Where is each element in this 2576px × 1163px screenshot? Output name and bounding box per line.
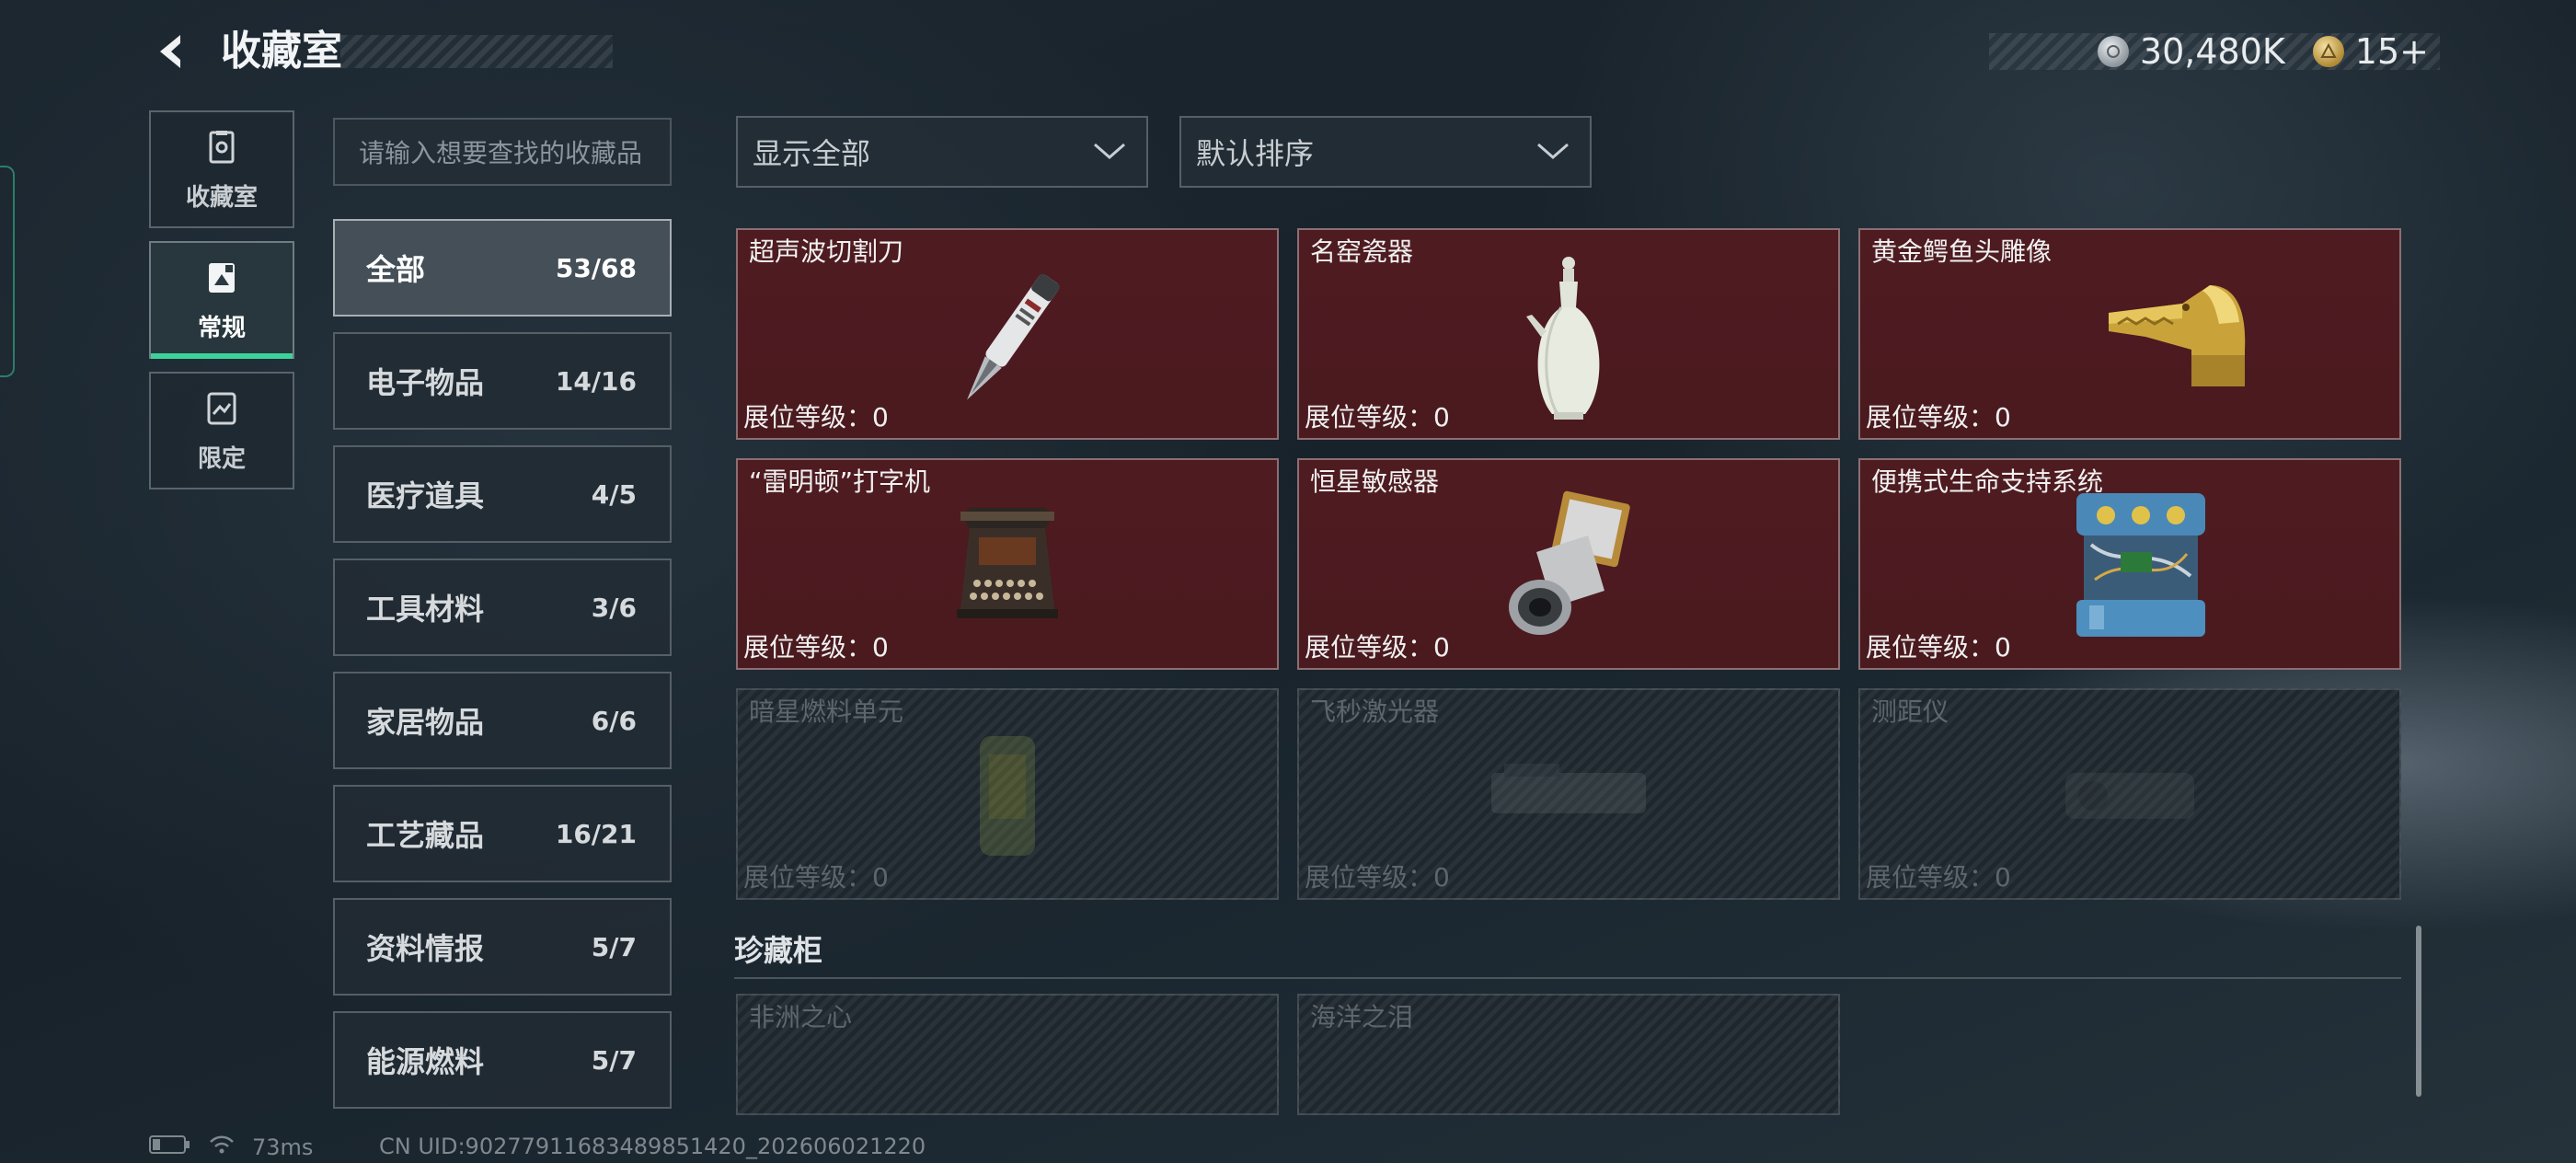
typewriter-icon (948, 501, 1067, 633)
fuel-cell-icon (961, 727, 1053, 869)
category-name: 工具材料 (366, 592, 485, 627)
item-card-life-support[interactable]: 便携式生命支持系统 展位等级：0 (1858, 458, 2401, 670)
scrollbar-thumb[interactable] (2416, 926, 2421, 1097)
category-count: 5/7 (591, 931, 637, 962)
category-fuel[interactable]: 能源燃料 5/7 (333, 1011, 672, 1109)
item-card-golden-crocodile[interactable]: 黄金鳄鱼头雕像 展位等级：0 (1858, 228, 2401, 440)
category-medical[interactable]: 医疗道具 4/5 (333, 445, 672, 543)
category-name: 能源燃料 (366, 1044, 485, 1079)
item-level: 展位等级：0 (743, 402, 889, 432)
laser-device-icon (1486, 754, 1651, 832)
category-count: 53/68 (555, 252, 637, 283)
rail-tab-limited[interactable]: 限定 (149, 372, 294, 489)
section-divider (734, 977, 2401, 979)
active-tab-indicator (151, 353, 293, 359)
star-sensor-icon (1500, 488, 1638, 648)
rail-tab-vault[interactable]: 收藏室 (149, 110, 294, 228)
item-level: 展位等级：0 (1305, 632, 1450, 662)
category-name: 电子物品 (366, 365, 485, 400)
display-filter-dropdown[interactable]: 显示全部 (736, 116, 1148, 188)
category-name: 资料情报 (366, 931, 485, 966)
item-level: 展位等级：0 (1305, 862, 1450, 892)
user-uid: CN UID:90277911683489851420_202606021220 (379, 1134, 926, 1159)
item-card-femtosecond-laser[interactable]: 飞秒激光器 展位等级：0 (1297, 688, 1840, 900)
item-name: 非洲之心 (749, 1002, 853, 1032)
item-level: 展位等级：0 (1305, 402, 1450, 432)
gold-ticket-icon (2312, 36, 2344, 67)
item-name: 超声波切割刀 (749, 236, 904, 267)
display-filter-value: 显示全部 (753, 136, 871, 171)
item-card-star-sensor[interactable]: 恒星敏感器 展位等级：0 (1297, 458, 1840, 670)
currency-bar: 30,480K 15+ (1989, 31, 2440, 72)
item-name: 飞秒激光器 (1310, 697, 1440, 727)
cabinet-section-title: 珍藏柜 (734, 933, 823, 968)
porcelain-vase-icon (1513, 252, 1624, 431)
cabinet-card-heart-of-africa[interactable]: 非洲之心 (736, 994, 1279, 1115)
item-name: 测距仪 (1871, 697, 1949, 727)
category-count: 4/5 (591, 478, 637, 510)
chevron-down-icon (1091, 134, 1128, 169)
category-all[interactable]: 全部 53/68 (333, 219, 672, 317)
category-tools[interactable]: 工具材料 3/6 (333, 558, 672, 656)
category-name: 家居物品 (366, 705, 485, 740)
category-count: 16/21 (555, 818, 637, 849)
category-crafts[interactable]: 工艺藏品 16/21 (333, 785, 672, 882)
item-name: 名窑瓷器 (1310, 236, 1414, 267)
item-name: 恒星敏感器 (1310, 466, 1440, 497)
item-card-ultrasonic-blade[interactable]: 超声波切割刀 展位等级：0 (736, 228, 1279, 440)
golden-crocodile-statue-icon (2090, 267, 2256, 399)
back-arrow-icon[interactable] (147, 28, 195, 75)
item-card-porcelain[interactable]: 名窑瓷器 展位等级：0 (1297, 228, 1840, 440)
category-household[interactable]: 家居物品 6/6 (333, 672, 672, 769)
title-decoration (340, 35, 613, 68)
ping-value: 73ms (252, 1134, 314, 1160)
item-level: 展位等级：0 (743, 632, 889, 662)
item-card-typewriter[interactable]: “雷明顿”打字机 展位等级：0 (736, 458, 1279, 670)
battery-icon (149, 1134, 191, 1160)
rail-tab-regular[interactable]: 常规 (149, 241, 294, 359)
rangefinder-icon (2056, 754, 2203, 841)
wifi-icon (208, 1134, 236, 1161)
rail-tab-label: 收藏室 (185, 183, 258, 212)
category-electronics[interactable]: 电子物品 14/16 (333, 332, 672, 430)
category-name: 医疗道具 (366, 478, 485, 513)
item-name: 黄金鳄鱼头雕像 (1871, 236, 2053, 267)
category-intel[interactable]: 资料情报 5/7 (333, 898, 672, 996)
item-card-rangefinder[interactable]: 测距仪 展位等级：0 (1858, 688, 2401, 900)
item-card-fuel-cell[interactable]: 暗星燃料单元 展位等级：0 (736, 688, 1279, 900)
vault-icon (201, 127, 242, 171)
ultrasonic-blade-icon (934, 258, 1081, 427)
limited-card-icon (201, 388, 242, 432)
item-level: 展位等级：0 (1866, 862, 2011, 892)
item-name: 海洋之泪 (1310, 1002, 1414, 1032)
side-drawer-handle[interactable] (0, 166, 15, 377)
sort-dropdown[interactable]: 默认排序 (1179, 116, 1592, 188)
category-count: 14/16 (555, 365, 637, 397)
status-bar: 73ms (149, 1134, 313, 1161)
page-title: 收藏室 (221, 28, 342, 75)
chevron-down-icon (1535, 134, 1571, 169)
category-count: 5/7 (591, 1044, 637, 1076)
item-name: “雷明顿”打字机 (749, 466, 931, 497)
silver-currency-value: 30,480K (2139, 31, 2285, 72)
rail-tab-label: 限定 (197, 444, 246, 473)
category-name: 全部 (366, 252, 426, 287)
rail-tab-label: 常规 (197, 314, 246, 342)
category-name: 工艺藏品 (366, 818, 485, 853)
silver-coin-icon (2097, 36, 2129, 67)
life-support-system-icon (2067, 488, 2214, 648)
item-name: 暗星燃料单元 (749, 697, 904, 727)
item-level: 展位等级：0 (1866, 402, 2011, 432)
search-input[interactable]: 请输入想要查找的收藏品 (333, 118, 672, 186)
collection-card-icon (201, 258, 242, 302)
item-level: 展位等级：0 (1866, 632, 2011, 662)
item-level: 展位等级：0 (743, 862, 889, 892)
category-count: 3/6 (591, 592, 637, 623)
gold-currency-value: 15+ (2354, 31, 2429, 72)
cabinet-card-tear-of-ocean[interactable]: 海洋之泪 (1297, 994, 1840, 1115)
sort-value: 默认排序 (1196, 136, 1315, 171)
category-count: 6/6 (591, 705, 637, 736)
